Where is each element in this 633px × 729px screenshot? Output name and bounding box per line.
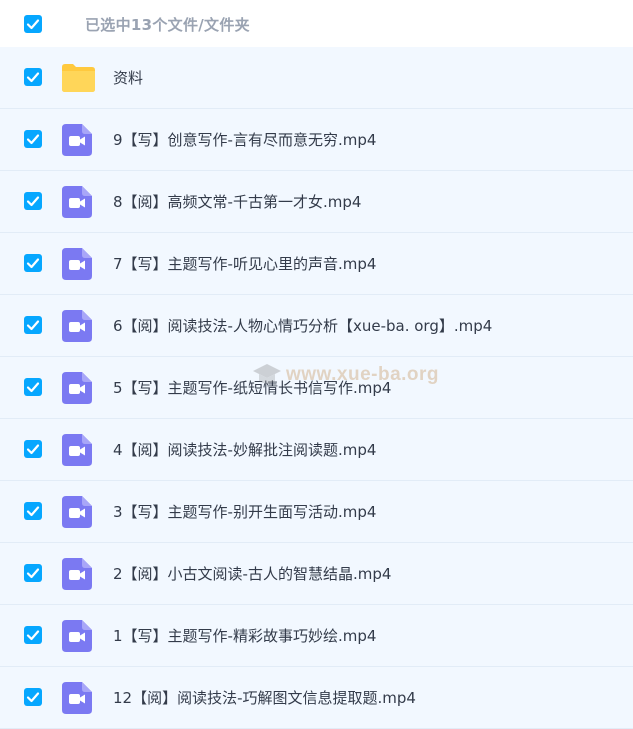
list-item[interactable]: 2【阅】小古文阅读-古人的智慧结晶.mp4 [0,543,633,605]
list-item[interactable]: 9【写】创意写作-言有尽而意无穷.mp4 [0,109,633,171]
list-item[interactable]: 7【写】主题写作-听见心里的声音.mp4 [0,233,633,295]
item-checkbox[interactable] [24,626,42,644]
video-file-icon [62,372,92,404]
item-checkbox[interactable] [24,564,42,582]
select-all-checkbox[interactable] [24,15,42,33]
video-file-icon [62,558,92,590]
item-checkbox[interactable] [24,316,42,334]
file-name[interactable]: 7【写】主题写作-听见心里的声音.mp4 [113,253,376,274]
list-item[interactable]: 1【写】主题写作-精彩故事巧妙绘.mp4 [0,605,633,667]
checkmark-icon [26,444,40,455]
file-name[interactable]: 4【阅】阅读技法-妙解批注阅读题.mp4 [113,439,376,460]
checkmark-icon [26,196,40,207]
selection-header: 已选中13个文件/文件夹 [0,0,633,47]
checkmark-icon [26,258,40,269]
selection-count-text: 已选中13个文件/文件夹 [85,16,250,34]
folder-icon [62,64,95,92]
list-item[interactable]: 5【写】主题写作-纸短情长书信写作.mp4 [0,357,633,419]
file-list: 资料 9【写】创意写作-言有尽而意无穷.mp4 8【阅】高频文常-千古第一才女.… [0,47,633,729]
list-item[interactable]: 3【写】主题写作-别开生面写活动.mp4 [0,481,633,543]
list-item[interactable]: 4【阅】阅读技法-妙解批注阅读题.mp4 [0,419,633,481]
video-file-icon [62,124,92,156]
file-name[interactable]: 5【写】主题写作-纸短情长书信写作.mp4 [113,377,391,398]
checkmark-icon [26,630,40,641]
checkmark-icon [26,72,40,83]
file-name[interactable]: 8【阅】高频文常-千古第一才女.mp4 [113,191,361,212]
file-name[interactable]: 6【阅】阅读技法-人物心情巧分析【xue-ba. org】.mp4 [113,315,492,336]
video-file-icon [62,248,92,280]
item-checkbox[interactable] [24,378,42,396]
checkmark-icon [26,506,40,517]
item-checkbox[interactable] [24,502,42,520]
video-file-icon [62,682,92,714]
video-file-icon [62,310,92,342]
list-item[interactable]: 6【阅】阅读技法-人物心情巧分析【xue-ba. org】.mp4 [0,295,633,357]
item-checkbox[interactable] [24,192,42,210]
item-checkbox[interactable] [24,254,42,272]
item-checkbox[interactable] [24,68,42,86]
list-item[interactable]: 资料 [0,47,633,109]
video-file-icon [62,186,92,218]
file-name[interactable]: 1【写】主题写作-精彩故事巧妙绘.mp4 [113,625,376,646]
checkmark-icon [26,382,40,393]
file-name[interactable]: 9【写】创意写作-言有尽而意无穷.mp4 [113,129,376,150]
file-name[interactable]: 3【写】主题写作-别开生面写活动.mp4 [113,501,376,522]
checkmark-icon [26,134,40,145]
file-name[interactable]: 资料 [113,67,143,88]
video-file-icon [62,496,92,528]
video-file-icon [62,620,92,652]
item-checkbox[interactable] [24,440,42,458]
checkmark-icon [26,320,40,331]
list-item[interactable]: 8【阅】高频文常-千古第一才女.mp4 [0,171,633,233]
checkmark-icon [26,692,40,703]
video-file-icon [62,434,92,466]
file-name[interactable]: 12【阅】阅读技法-巧解图文信息提取题.mp4 [113,687,416,708]
list-item[interactable]: 12【阅】阅读技法-巧解图文信息提取题.mp4 [0,667,633,729]
item-checkbox[interactable] [24,688,42,706]
file-name[interactable]: 2【阅】小古文阅读-古人的智慧结晶.mp4 [113,563,391,584]
checkmark-icon [26,568,40,579]
item-checkbox[interactable] [24,130,42,148]
checkmark-icon [26,19,40,30]
